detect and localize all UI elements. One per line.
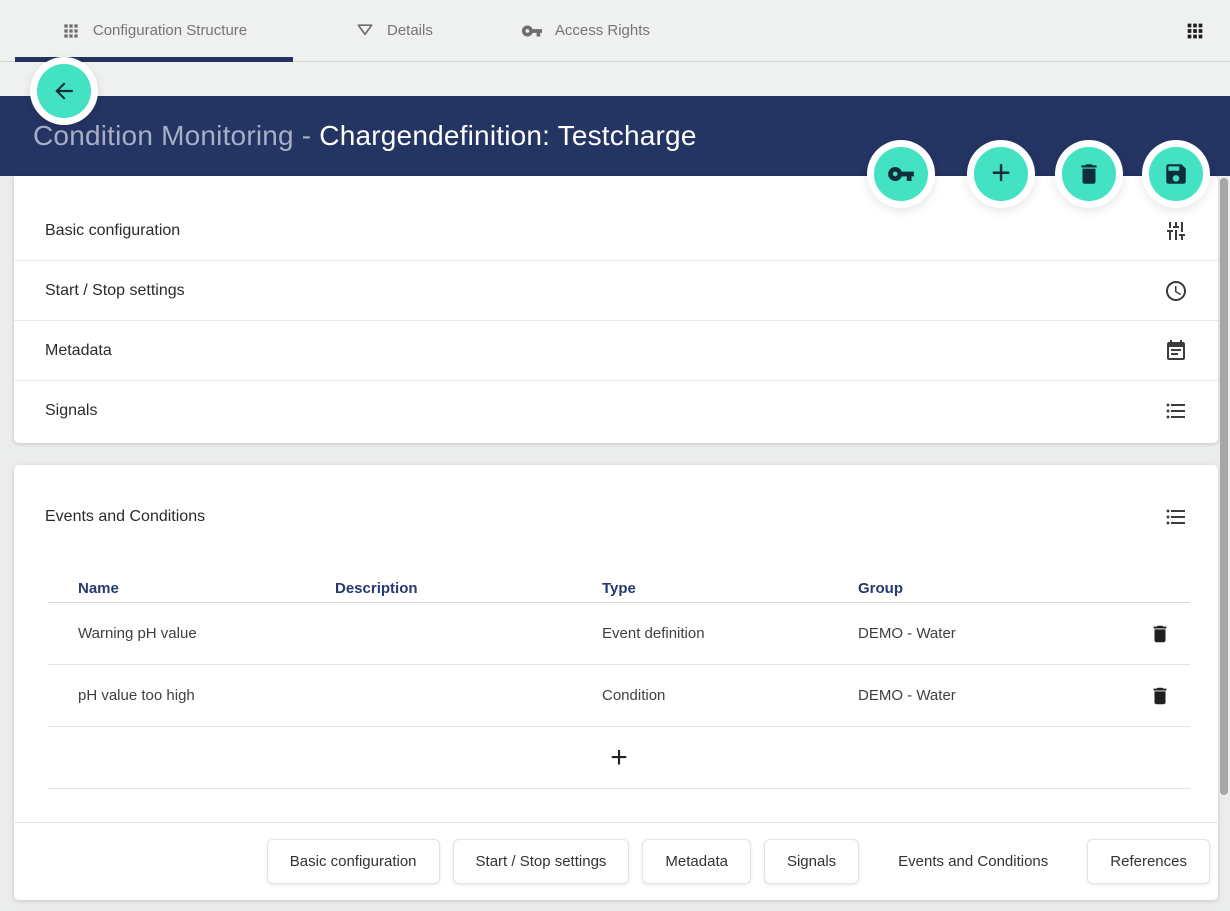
back-button[interactable]: [37, 64, 91, 118]
back-strip: [0, 62, 1230, 96]
table-row[interactable]: Warning pH value Event definition DEMO -…: [48, 603, 1190, 665]
table-row[interactable]: pH value too high Condition DEMO - Water: [48, 665, 1190, 727]
page-title: Condition Monitoring - Chargendefinition…: [33, 120, 697, 152]
trash-icon: [1149, 685, 1171, 707]
events-table-header: Name Description Type Group: [48, 575, 1190, 603]
footer-button-start-stop-settings[interactable]: Start / Stop settings: [453, 839, 630, 884]
section-basic-configuration[interactable]: Basic configuration: [14, 201, 1218, 261]
trash-icon: [1149, 623, 1171, 645]
clock-icon: [1164, 279, 1188, 303]
column-header-group: Group: [858, 580, 1130, 597]
column-header-name: Name: [78, 580, 335, 597]
add-row-container: +: [48, 727, 1190, 789]
tab-access-rights[interactable]: Access Rights: [521, 0, 650, 62]
arrow-left-icon: [51, 78, 77, 104]
list-icon: [1164, 399, 1188, 423]
events-title: Events and Conditions: [45, 508, 205, 526]
column-header-description: Description: [335, 580, 602, 597]
section-nav-footer: Basic configuration Start / Stop setting…: [14, 822, 1218, 900]
cell-group: DEMO - Water: [858, 687, 1130, 704]
tune-icon: [1164, 219, 1188, 243]
section-signals[interactable]: Signals: [14, 381, 1218, 441]
grid-icon: [61, 21, 81, 41]
row-delete-button[interactable]: [1149, 685, 1171, 707]
funnel-icon: [355, 21, 375, 41]
apps-grid-icon[interactable]: [1184, 20, 1206, 42]
events-card: Events and Conditions Name Description T…: [14, 465, 1218, 900]
footer-button-signals[interactable]: Signals: [764, 839, 859, 884]
access-key-button[interactable]: [874, 147, 928, 201]
save-button[interactable]: [1149, 147, 1203, 201]
footer-button-metadata[interactable]: Metadata: [642, 839, 751, 884]
active-tab-underline: [15, 57, 293, 62]
sections-card: Basic configuration Start / Stop setting…: [14, 176, 1218, 443]
footer-button-references[interactable]: References: [1087, 839, 1210, 884]
top-tab-bar: Configuration Structure Details Access R…: [0, 0, 1230, 62]
tab-label: Details: [387, 22, 433, 39]
page-title-prefix: Condition Monitoring -: [33, 120, 319, 151]
scrollbar-thumb[interactable]: [1220, 178, 1228, 795]
tab-label: Access Rights: [555, 22, 650, 39]
cell-group: DEMO - Water: [858, 625, 1130, 642]
add-row-button[interactable]: +: [610, 743, 628, 773]
tab-label: Configuration Structure: [93, 22, 247, 39]
cell-name: pH value too high: [78, 687, 335, 704]
page-title-main: Chargendefinition: Testcharge: [319, 120, 696, 151]
floppy-icon: [1163, 161, 1189, 187]
app-window: Configuration Structure Details Access R…: [0, 0, 1230, 911]
tab-details[interactable]: Details: [355, 0, 433, 62]
cell-type: Event definition: [602, 625, 858, 642]
events-header[interactable]: Events and Conditions: [14, 465, 1218, 545]
events-table: Name Description Type Group Warning pH v…: [48, 575, 1190, 789]
footer-button-basic-configuration[interactable]: Basic configuration: [267, 839, 440, 884]
section-label: Start / Stop settings: [45, 282, 185, 300]
section-label: Basic configuration: [45, 222, 180, 240]
add-button[interactable]: +: [974, 147, 1028, 201]
section-start-stop-settings[interactable]: Start / Stop settings: [14, 261, 1218, 321]
key-icon: [887, 160, 915, 188]
section-label: Signals: [45, 402, 97, 420]
row-delete-button[interactable]: [1149, 623, 1171, 645]
footer-button-events-and-conditions[interactable]: Events and Conditions: [872, 839, 1074, 884]
tab-configuration-structure[interactable]: Configuration Structure: [15, 0, 293, 62]
cell-type: Condition: [602, 687, 858, 704]
key-icon: [521, 20, 543, 42]
cell-name: Warning pH value: [78, 625, 335, 642]
page-header: Condition Monitoring - Chargendefinition…: [0, 96, 1230, 176]
delete-button[interactable]: [1062, 147, 1116, 201]
list-icon: [1164, 505, 1188, 529]
calendar-icon: [1164, 339, 1188, 363]
plus-icon: +: [991, 156, 1011, 190]
section-label: Metadata: [45, 342, 112, 360]
trash-icon: [1076, 161, 1102, 187]
section-metadata[interactable]: Metadata: [14, 321, 1218, 381]
column-header-type: Type: [602, 580, 858, 597]
